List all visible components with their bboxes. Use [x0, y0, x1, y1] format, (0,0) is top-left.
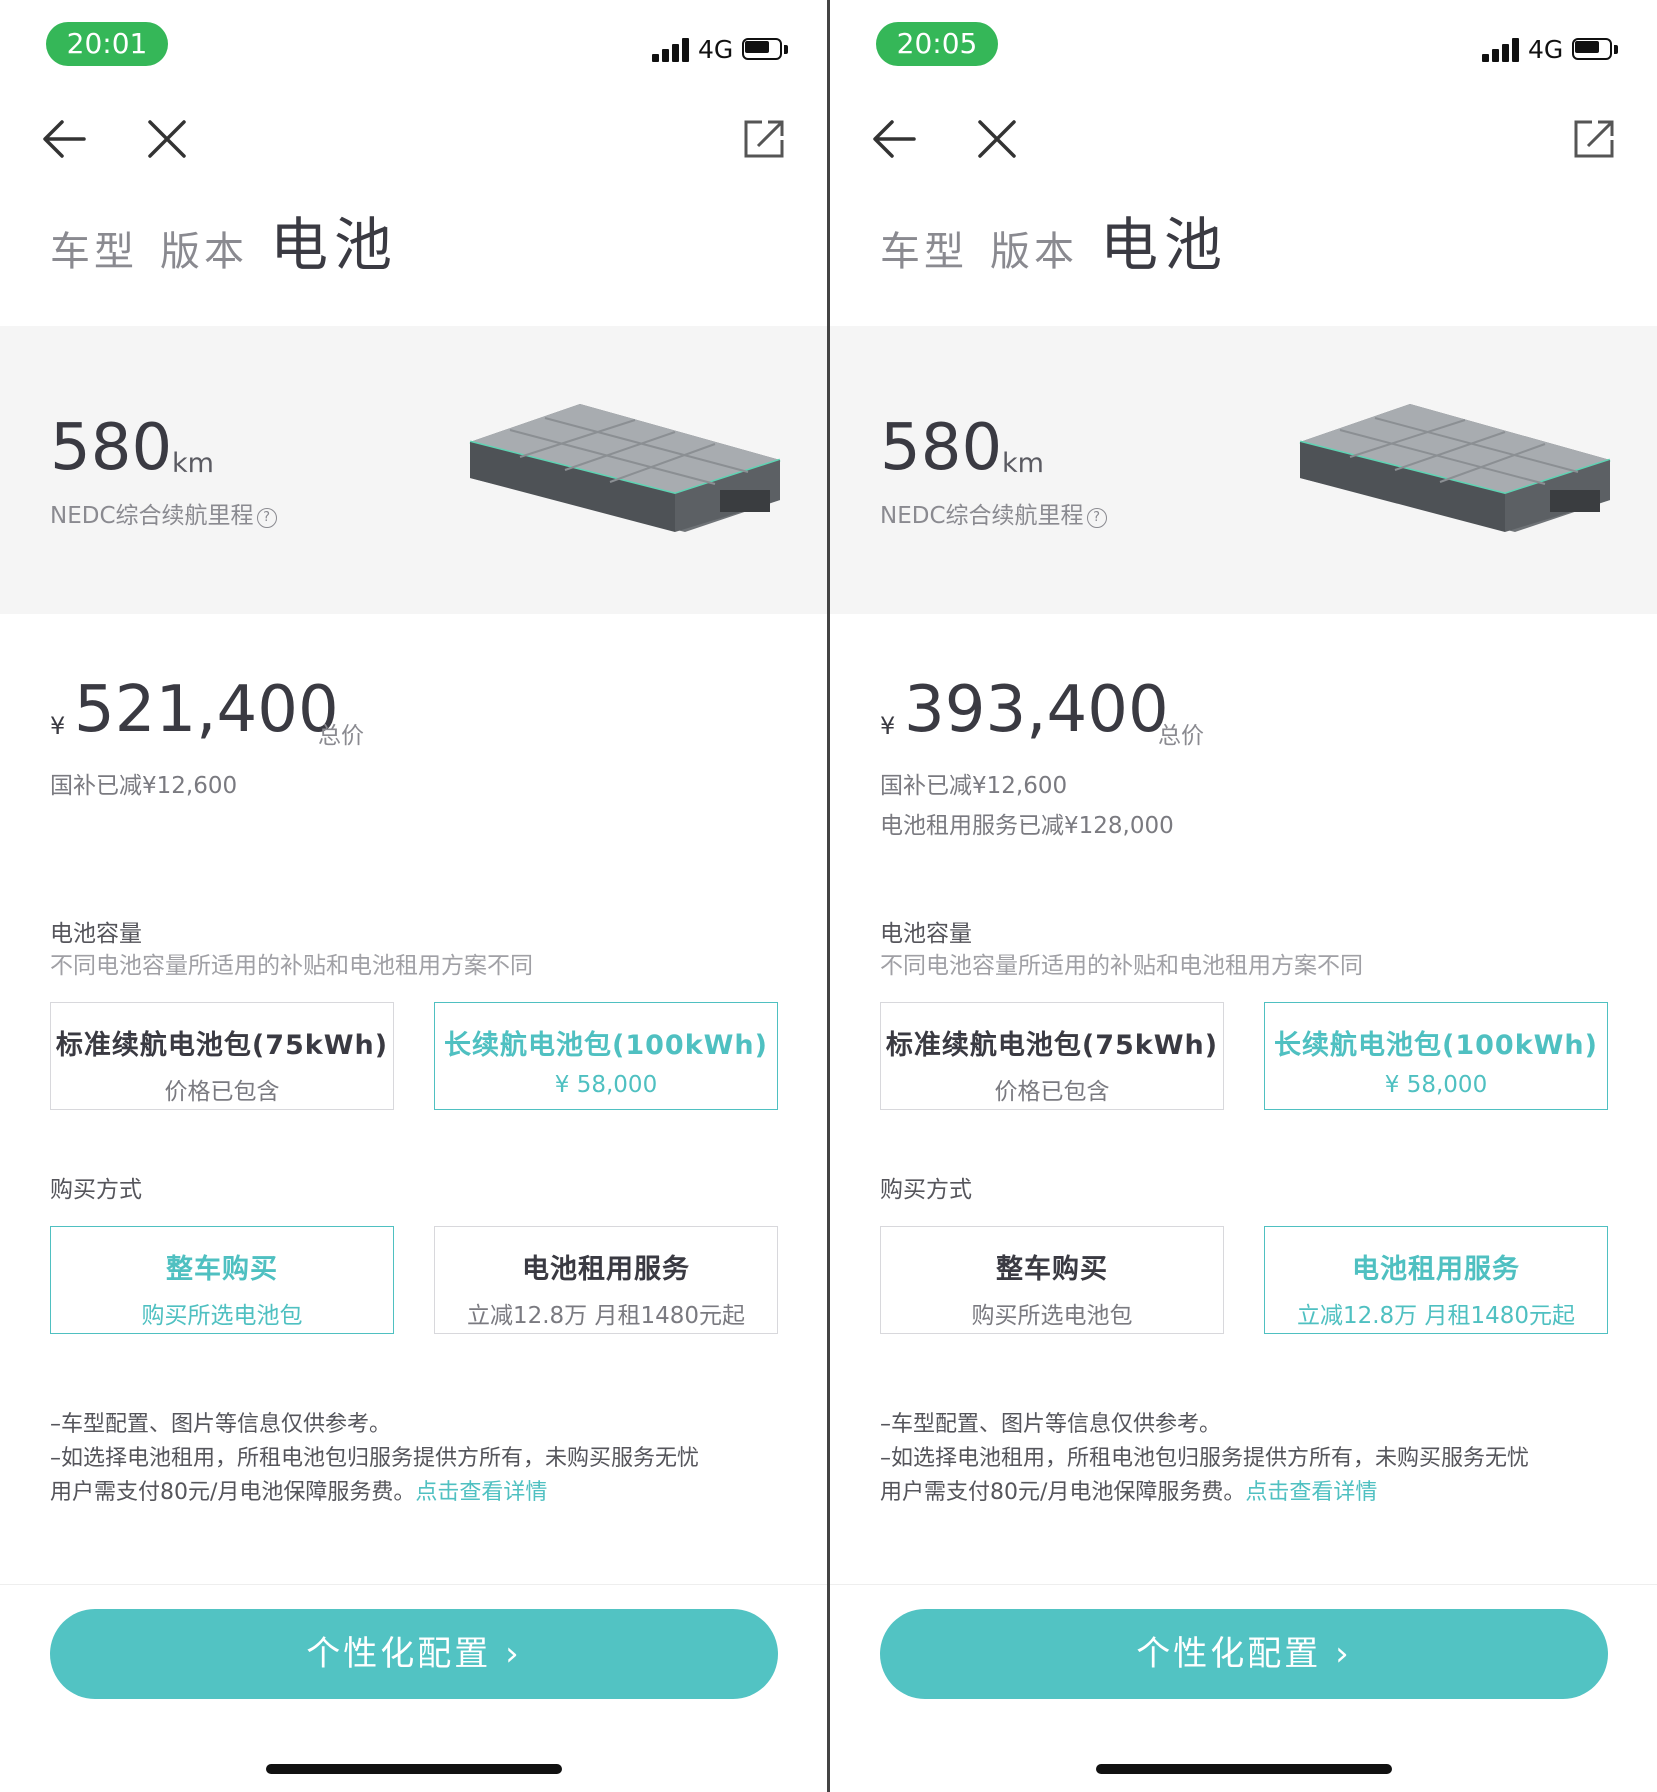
battery-icon [742, 38, 790, 62]
subsidy-note: 国补已减¥12,600 [880, 773, 1068, 799]
details-link[interactable]: 点击查看详情 [415, 1480, 547, 1505]
share-icon[interactable] [1570, 114, 1620, 164]
help-icon[interactable]: ? [256, 508, 277, 528]
capacity-subtitle: 不同电池容量所适用的补贴和电池租用方案不同 [880, 953, 1363, 979]
config-tabs: 车型 版本 电池 [50, 198, 420, 282]
phone-screen-left: 20:01 4G 车型 版本 电池 580 km NEDC综合续航里程? ¥ 5… [0, 0, 827, 1792]
customize-button[interactable]: 个性化配置 › [880, 1609, 1608, 1699]
close-icon[interactable] [142, 114, 192, 164]
capacity-title: 电池容量 [50, 921, 142, 947]
option-long-range-battery[interactable]: 长续航电池包(100kWh) ¥ 58,000 [1264, 1002, 1608, 1110]
disclaimer: –车型配置、图片等信息仅供参考。 –如选择电池租用，所租电池包归服务提供方所有，… [50, 1412, 700, 1505]
back-arrow-icon[interactable] [40, 114, 90, 164]
tab-version[interactable]: 版本 [990, 219, 1078, 277]
capacity-subtitle: 不同电池容量所适用的补贴和电池租用方案不同 [50, 953, 533, 979]
range-panel: 580 km NEDC综合续航里程? [0, 326, 827, 614]
rental-discount-note: 电池租用服务已减¥128,000 [880, 813, 1174, 839]
phone-screen-right: 20:05 4G 车型 版本 电池 580 km NEDC综合续航里程? ¥ 3… [830, 0, 1657, 1792]
battery-pack-image [469, 404, 781, 532]
option-standard-battery[interactable]: 标准续航电池包(75kWh) 价格已包含 [880, 1002, 1224, 1110]
signal-icon [652, 38, 692, 62]
range-label: NEDC综合续航里程? [50, 496, 277, 530]
currency-symbol: ¥ [50, 712, 66, 740]
back-arrow-icon[interactable] [870, 114, 920, 164]
range-label: NEDC综合续航里程? [880, 496, 1107, 530]
range-value: 580 [880, 411, 1003, 485]
purchase-title: 购买方式 [50, 1177, 142, 1203]
config-tabs: 车型 版本 电池 [880, 198, 1250, 282]
option-long-range-battery[interactable]: 长续航电池包(100kWh) ¥ 58,000 [434, 1002, 778, 1110]
tab-version[interactable]: 版本 [160, 219, 248, 277]
total-price-label: 总价 [318, 723, 364, 749]
network-label: 4G [698, 35, 734, 64]
range-value: 580 [50, 411, 173, 485]
share-icon[interactable] [740, 114, 790, 164]
tab-model[interactable]: 车型 [50, 219, 138, 277]
status-time: 20:05 [876, 22, 998, 66]
purchase-title: 购买方式 [880, 1177, 972, 1203]
battery-pack-image [1299, 404, 1611, 532]
currency-symbol: ¥ [880, 712, 896, 740]
tab-battery[interactable]: 电池 [270, 198, 398, 282]
network-label: 4G [1528, 35, 1564, 64]
range-panel: 580 km NEDC综合续航里程? [830, 326, 1657, 614]
customize-button[interactable]: 个性化配置 › [50, 1609, 778, 1699]
option-full-purchase[interactable]: 整车购买 购买所选电池包 [880, 1226, 1224, 1334]
option-battery-rental[interactable]: 电池租用服务 立减12.8万 月租1480元起 [1264, 1226, 1608, 1334]
subsidy-note: 国补已减¥12,600 [50, 773, 238, 799]
comparison-container: 20:01 4G 车型 版本 电池 580 km NEDC综合续航里程? ¥ 5… [0, 0, 1657, 1792]
total-price: 521,400 [74, 673, 339, 747]
tab-battery[interactable]: 电池 [1100, 198, 1228, 282]
option-battery-rental[interactable]: 电池租用服务 立减12.8万 月租1480元起 [434, 1226, 778, 1334]
battery-icon [1572, 38, 1620, 62]
option-full-purchase[interactable]: 整车购买 购买所选电池包 [50, 1226, 394, 1334]
home-indicator [1096, 1764, 1392, 1774]
details-link[interactable]: 点击查看详情 [1245, 1480, 1377, 1505]
tab-model[interactable]: 车型 [880, 219, 968, 277]
home-indicator [266, 1764, 562, 1774]
bottom-divider [0, 1584, 827, 1585]
capacity-title: 电池容量 [880, 921, 972, 947]
total-price-label: 总价 [1158, 723, 1204, 749]
total-price: 393,400 [904, 673, 1169, 747]
status-time: 20:01 [46, 22, 168, 66]
option-standard-battery[interactable]: 标准续航电池包(75kWh) 价格已包含 [50, 1002, 394, 1110]
signal-icon [1482, 38, 1522, 62]
disclaimer: –车型配置、图片等信息仅供参考。 –如选择电池租用，所租电池包归服务提供方所有，… [880, 1412, 1530, 1505]
help-icon[interactable]: ? [1086, 508, 1107, 528]
range-unit: km [172, 448, 214, 479]
range-unit: km [1002, 448, 1044, 479]
close-icon[interactable] [972, 114, 1022, 164]
bottom-divider [830, 1584, 1657, 1585]
